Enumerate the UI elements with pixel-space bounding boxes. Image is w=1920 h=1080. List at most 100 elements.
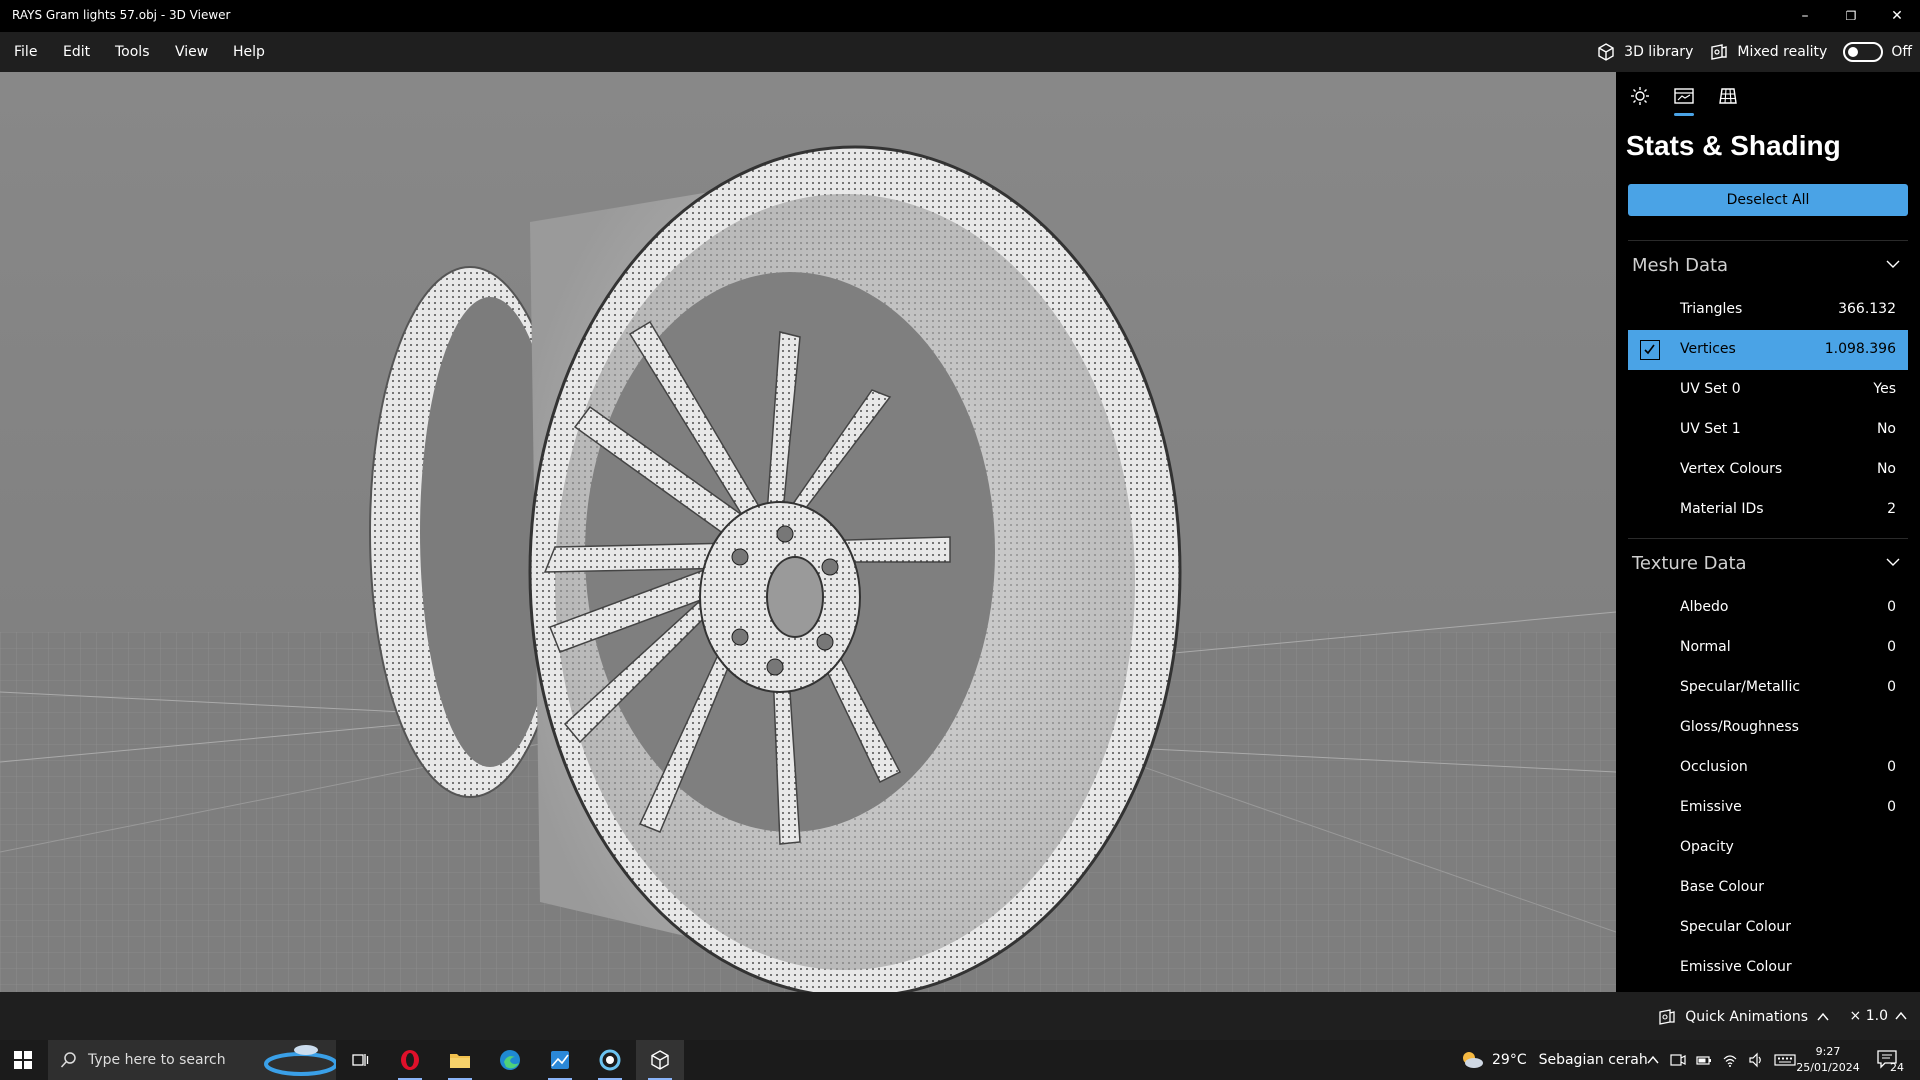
app-ring-icon: [599, 1049, 621, 1071]
close-button[interactable]: ✕: [1874, 0, 1920, 32]
texture-row-opacity[interactable]: Opacity: [1628, 828, 1908, 868]
weather-icon: [1463, 1052, 1483, 1068]
mesh-row-uv-set-1[interactable]: UV Set 1 No: [1628, 410, 1908, 450]
edge-icon: [500, 1050, 520, 1070]
taskbar-file-explorer[interactable]: [436, 1040, 484, 1080]
tab-lighting[interactable]: [1626, 82, 1654, 110]
taskbar-search[interactable]: Type here to search: [48, 1040, 336, 1080]
3d-library-button[interactable]: 3D library: [1596, 42, 1693, 62]
deselect-all-button[interactable]: Deselect All: [1628, 184, 1908, 216]
texture-row-gloss-roughness[interactable]: Gloss/Roughness: [1628, 708, 1908, 748]
3d-viewport[interactable]: [0, 72, 1616, 992]
texture-row-specular-metallic[interactable]: Specular/Metallic 0: [1628, 668, 1908, 708]
row-label: Opacity: [1680, 839, 1734, 855]
checkbox[interactable]: [1640, 340, 1660, 360]
row-label: Emissive Colour: [1680, 959, 1792, 975]
row-value: 0: [1887, 679, 1896, 695]
texture-row-specular-colour[interactable]: Specular Colour: [1628, 908, 1908, 948]
keyboard-icon[interactable]: [1774, 1052, 1796, 1068]
row-value: 366.132: [1838, 301, 1896, 317]
taskbar-settings-app[interactable]: [586, 1040, 634, 1080]
row-label: UV Set 1: [1680, 421, 1741, 437]
search-placeholder: Type here to search: [88, 1052, 226, 1068]
menu-tools[interactable]: Tools: [115, 44, 150, 60]
notification-count: 24: [1890, 1061, 1904, 1074]
row-label: Specular/Metallic: [1680, 679, 1801, 695]
restore-button[interactable]: ❐: [1828, 0, 1874, 32]
row-label: Vertices: [1680, 341, 1736, 357]
battery-icon[interactable]: [1696, 1052, 1712, 1068]
texture-data-label: Texture Data: [1632, 553, 1747, 574]
texture-row-emissive[interactable]: Emissive 0: [1628, 788, 1908, 828]
row-value: No: [1876, 421, 1896, 437]
row-label: Base Colour: [1680, 879, 1764, 895]
menu-file[interactable]: File: [14, 44, 37, 60]
system-clock[interactable]: 9:27 25/01/2024: [1796, 1044, 1860, 1076]
check-icon: [1644, 344, 1655, 355]
photos-icon: [551, 1051, 569, 1069]
row-label: Vertex Colours: [1680, 461, 1783, 477]
restore-icon: ❐: [1845, 9, 1857, 23]
mesh-row-material-ids[interactable]: Material IDs 2: [1628, 490, 1908, 530]
volume-icon[interactable]: [1748, 1052, 1764, 1068]
weather-temp: 29°C: [1492, 1052, 1527, 1068]
texture-row-albedo[interactable]: Albedo 0: [1628, 588, 1908, 628]
clock-time: 9:27: [1815, 1045, 1841, 1058]
meet-now-icon[interactable]: [1670, 1052, 1686, 1068]
animation-speed-button[interactable]: × 1.0: [1850, 1008, 1908, 1024]
mesh-row-vertices[interactable]: Vertices 1.098.396: [1628, 330, 1908, 370]
task-view-button[interactable]: [336, 1040, 384, 1080]
menu-help[interactable]: Help: [233, 44, 265, 60]
tab-stats[interactable]: [1670, 82, 1698, 116]
texture-row-normal[interactable]: Normal 0: [1628, 628, 1908, 668]
row-label: Gloss/Roughness: [1680, 719, 1799, 735]
row-label: UV Set 0: [1680, 381, 1741, 397]
chevron-up-icon[interactable]: [1646, 1053, 1660, 1067]
row-label: Specular Colour: [1680, 919, 1792, 935]
windows-icon: [14, 1051, 32, 1069]
window-title: RAYS Gram lights 57.obj - 3D Viewer: [12, 8, 231, 22]
mesh-row-uv-set-0[interactable]: UV Set 0 Yes: [1628, 370, 1908, 410]
weather-desc: Sebagian cerah: [1538, 1052, 1648, 1068]
taskbar: Type here to search 29°C Sebagian cerah: [0, 1040, 1920, 1080]
close-icon: ✕: [1891, 8, 1903, 24]
panel-title: Stats & Shading: [1626, 130, 1841, 161]
taskbar-photos[interactable]: [536, 1040, 584, 1080]
chevron-down-icon: [1886, 260, 1900, 268]
3d-viewer-icon: [651, 1050, 669, 1070]
texture-data-header[interactable]: Texture Data: [1628, 538, 1908, 586]
row-value: 1.098.396: [1824, 341, 1896, 357]
texture-row-occlusion[interactable]: Occlusion 0: [1628, 748, 1908, 788]
status-bar: Quick Animations × 1.0: [0, 992, 1920, 1040]
panel-tabs: [1616, 72, 1920, 120]
taskbar-edge[interactable]: [486, 1040, 534, 1080]
row-value: 0: [1887, 799, 1896, 815]
menu-bar: File Edit Tools View Help 3D library Mix…: [0, 32, 1920, 72]
taskbar-opera[interactable]: [386, 1040, 434, 1080]
wifi-icon[interactable]: [1722, 1052, 1738, 1068]
menu-edit[interactable]: Edit: [63, 44, 90, 60]
weather-widget[interactable]: 29°C Sebagian cerah: [1460, 1040, 1648, 1080]
chevron-down-icon: [1886, 558, 1900, 566]
mixed-reality-button[interactable]: Mixed reality: [1709, 42, 1827, 62]
taskbar-3d-viewer[interactable]: [636, 1040, 684, 1080]
mesh-row-triangles[interactable]: Triangles 366.132: [1628, 290, 1908, 330]
notification-center-button[interactable]: 24: [1876, 1048, 1904, 1074]
stats-panel: Stats & Shading Deselect All Mesh Data T…: [1616, 72, 1920, 992]
start-button[interactable]: [0, 1040, 46, 1080]
texture-row-emissive-colour[interactable]: Emissive Colour: [1628, 948, 1908, 988]
mixed-reality-toggle[interactable]: [1843, 42, 1884, 62]
minimize-button[interactable]: –: [1782, 0, 1828, 32]
minimize-icon: –: [1801, 8, 1809, 24]
row-label: Material IDs: [1680, 501, 1764, 517]
menu-view[interactable]: View: [175, 44, 208, 60]
wheel-scene: [0, 145, 1616, 992]
quick-animations-button[interactable]: Quick Animations: [1657, 1008, 1830, 1026]
task-view-icon: [352, 1054, 369, 1066]
tab-grid[interactable]: [1714, 82, 1742, 110]
mesh-row-vertex-colours[interactable]: Vertex Colours No: [1628, 450, 1908, 490]
mixed-reality-label: Mixed reality: [1737, 44, 1828, 60]
mesh-data-header[interactable]: Mesh Data: [1628, 240, 1908, 288]
row-label: Emissive: [1680, 799, 1742, 815]
texture-row-base-colour[interactable]: Base Colour: [1628, 868, 1908, 908]
